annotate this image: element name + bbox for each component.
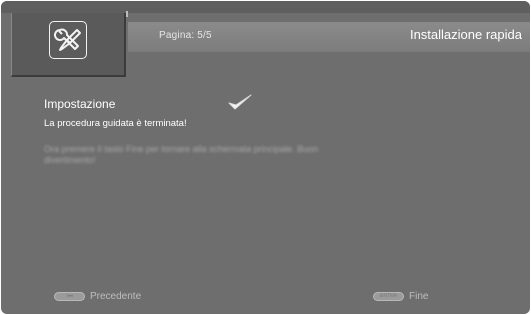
previous-button[interactable]: |◂◂ Precedente: [54, 289, 141, 303]
previous-label: Precedente: [90, 290, 142, 302]
finish-label: Fine: [409, 290, 429, 302]
skip-back-key-icon: |◂◂: [54, 291, 85, 301]
setup-screen: Pagina: 5/5 Installazione rapida Imposta…: [1, 1, 530, 314]
completion-message: La procedura guidata è terminata!: [44, 118, 187, 129]
screen-title: Installazione rapida: [409, 27, 522, 42]
divider-mark: [126, 11, 128, 17]
enter-key-icon: ENTER: [373, 291, 404, 301]
setup-icon-badge: [49, 21, 87, 59]
page-indicator: Pagina: 5/5: [159, 30, 212, 41]
icon-panel: [11, 13, 126, 77]
header-bar: Pagina: 5/5 Installazione rapida: [128, 22, 530, 52]
finish-button[interactable]: ENTER Fine: [373, 289, 428, 303]
checkmark-icon: [228, 94, 252, 110]
wrench-screwdriver-icon: [54, 28, 81, 51]
top-bar: [1, 1, 530, 13]
instruction-text: Ora premere il tasto Fine per tornare al…: [44, 144, 319, 165]
section-title: Impostazione: [44, 97, 116, 111]
